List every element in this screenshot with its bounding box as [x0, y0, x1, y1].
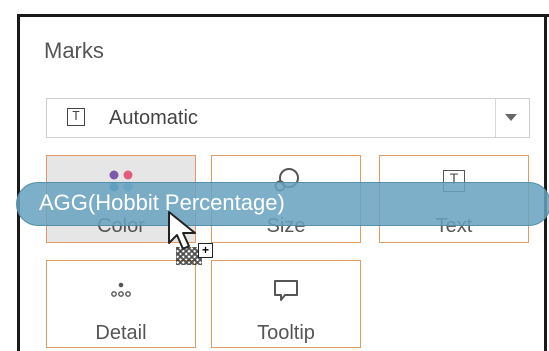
- dragged-field-label: AGG(Hobbit Percentage): [39, 190, 285, 215]
- chevron-down-icon[interactable]: [505, 114, 517, 121]
- tooltip-card-label: Tooltip: [257, 322, 315, 344]
- window-right-border: [544, 14, 547, 351]
- mark-type-dropdown[interactable]: T Automatic: [46, 98, 530, 138]
- plus-icon: +: [198, 243, 213, 258]
- mark-type-value: Automatic: [109, 107, 198, 129]
- dragged-field-pill[interactable]: AGG(Hobbit Percentage): [16, 182, 549, 226]
- tooltip-mark-card[interactable]: Tooltip: [211, 260, 361, 348]
- detail-mark-card[interactable]: Detail: [46, 260, 196, 348]
- marks-screenshot-frame: Marks T Automatic Color Size T Text Deta…: [0, 0, 549, 351]
- tooltip-icon: [274, 280, 298, 301]
- detail-icon: [111, 282, 131, 297]
- dropdown-divider: [495, 99, 496, 137]
- detail-card-label: Detail: [95, 322, 147, 344]
- text-icon: T: [67, 108, 85, 126]
- marks-panel-title: Marks: [44, 38, 104, 63]
